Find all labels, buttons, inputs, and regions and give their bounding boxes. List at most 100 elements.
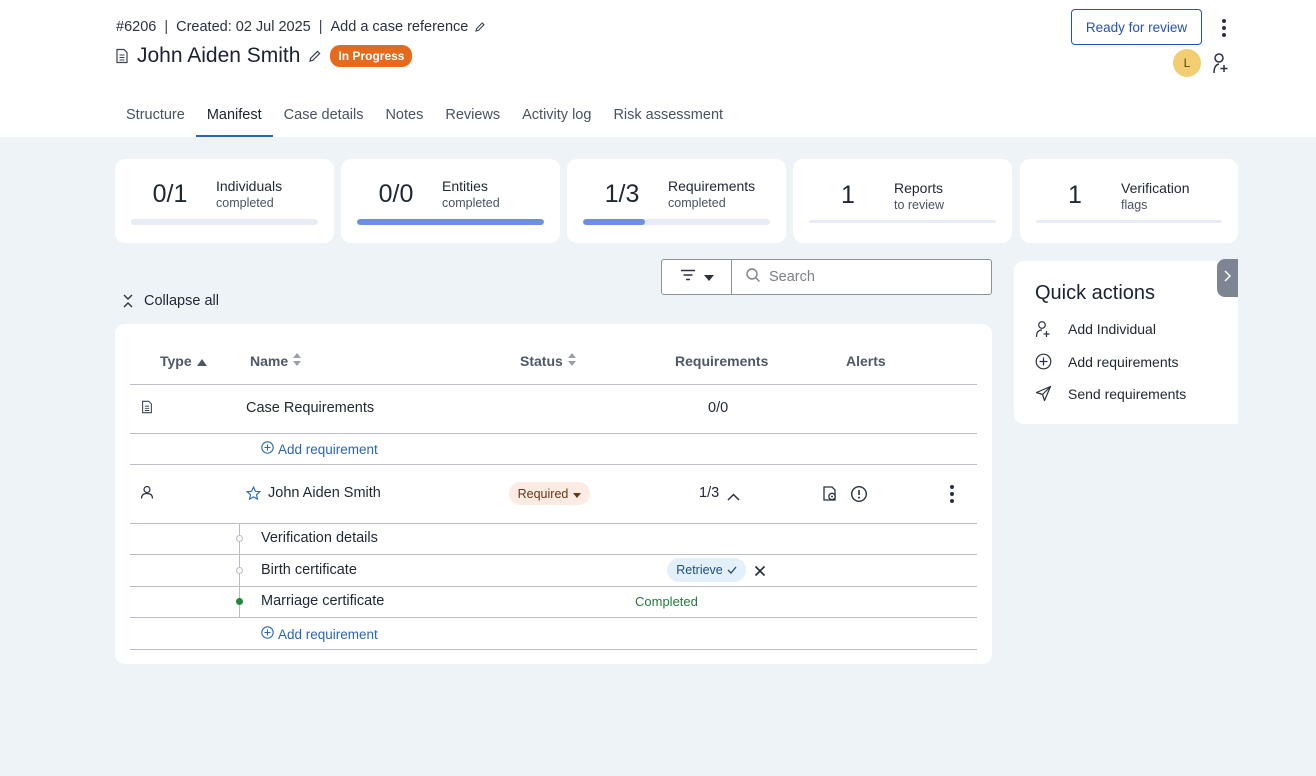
- column-label: Name: [250, 353, 289, 369]
- edit-name-icon[interactable]: [308, 49, 322, 63]
- search-input[interactable]: [769, 269, 969, 285]
- stat-label: Requirements: [668, 178, 756, 194]
- filter-icon: [680, 268, 696, 286]
- row-more-options-icon[interactable]: [950, 485, 954, 508]
- completed-status: Completed: [635, 594, 698, 609]
- progress-fill: [357, 219, 544, 225]
- column-header-requirements: Requirements: [675, 353, 768, 369]
- ready-for-review-button[interactable]: Ready for review: [1071, 9, 1202, 45]
- tab-bar: Structure Manifest Case details Notes Re…: [115, 96, 734, 137]
- requirements-count: 1/3: [699, 485, 720, 501]
- stat-value: 1: [841, 181, 855, 209]
- more-options-icon[interactable]: [1214, 14, 1234, 42]
- stat-label: Verification: [1121, 180, 1190, 196]
- search-box[interactable]: [731, 259, 992, 295]
- status-label: Required: [517, 486, 569, 501]
- sort-ascending-icon: [196, 353, 207, 369]
- case-meta: #6206 | Created: 02 Jul 2025 | Add a cas…: [116, 19, 486, 35]
- requirement-name[interactable]: Birth certificate: [261, 562, 357, 578]
- action-label: Add requirements: [1068, 353, 1179, 370]
- tab-risk-assessment[interactable]: Risk assessment: [602, 96, 734, 137]
- star-icon[interactable]: [245, 485, 262, 506]
- action-label: Add Individual: [1068, 321, 1156, 337]
- tab-notes[interactable]: Notes: [374, 96, 434, 137]
- search-icon: [745, 267, 761, 288]
- meta-separator: |: [318, 19, 323, 35]
- stat-card-requirements: 1/3 Requirements completed: [567, 159, 786, 243]
- stat-card-verification[interactable]: 1 Verification flags: [1020, 159, 1238, 243]
- column-header-status[interactable]: Status: [520, 353, 576, 369]
- chevron-up-icon[interactable]: [727, 488, 740, 506]
- column-header-type[interactable]: Type: [160, 353, 207, 369]
- plus-circle-icon: [1035, 353, 1055, 370]
- pencil-icon[interactable]: [474, 21, 486, 33]
- quick-actions-title: Quick actions: [1035, 282, 1156, 304]
- stat-card-reports[interactable]: 1 Reports to review: [793, 159, 1012, 243]
- divider: [130, 617, 977, 618]
- stat-sublabel: completed: [216, 196, 274, 210]
- sort-icon: [293, 353, 302, 369]
- document-icon: [114, 48, 130, 64]
- add-person-icon: [1035, 320, 1055, 338]
- collapse-panel-toggle[interactable]: [1217, 259, 1238, 297]
- add-requirement-link[interactable]: Add requirement: [261, 626, 378, 642]
- page-title: John Aiden Smith: [137, 44, 301, 67]
- progress-bar: [131, 219, 318, 225]
- add-individual-action[interactable]: Add Individual: [1035, 320, 1156, 338]
- case-header: #6206 | Created: 02 Jul 2025 | Add a cas…: [0, 0, 1316, 137]
- close-icon[interactable]: [754, 564, 766, 582]
- stat-sublabel: completed: [668, 196, 726, 210]
- avatar[interactable]: L: [1173, 49, 1201, 77]
- status-dropdown[interactable]: Required: [509, 482, 590, 505]
- stat-label: Reports: [894, 180, 944, 196]
- column-label: Status: [520, 353, 563, 369]
- add-requirement-link[interactable]: Add requirement: [261, 441, 378, 457]
- tab-structure[interactable]: Structure: [115, 96, 196, 137]
- send-requirements-action[interactable]: Send requirements: [1035, 385, 1186, 402]
- column-header-name[interactable]: Name: [250, 353, 302, 369]
- stat-sublabel: flags: [1121, 198, 1148, 212]
- stat-sublabel: completed: [442, 196, 500, 210]
- case-requirements-count: 0/0: [708, 400, 729, 416]
- stat-value: 1: [1068, 181, 1082, 209]
- caret-down-icon: [573, 487, 582, 501]
- requirement-name[interactable]: Marriage certificate: [261, 593, 384, 609]
- caret-down-icon: [703, 268, 714, 286]
- sort-icon: [567, 353, 576, 369]
- stat-label: Individuals: [216, 178, 283, 194]
- add-requirements-action[interactable]: Add requirements: [1035, 353, 1179, 370]
- case-reference-link[interactable]: Add a case reference: [331, 19, 469, 35]
- requirement-name[interactable]: Verification details: [261, 530, 378, 546]
- stat-label: Entities: [442, 178, 488, 194]
- case-requirements-name[interactable]: Case Requirements: [246, 400, 374, 416]
- divider: [130, 384, 977, 385]
- stat-value: 0/1: [152, 180, 188, 208]
- report-review-icon[interactable]: [821, 485, 839, 508]
- tab-activity-log[interactable]: Activity log: [511, 96, 602, 137]
- filter-dropdown[interactable]: [661, 259, 732, 295]
- column-label: Alerts: [846, 353, 886, 369]
- tab-reviews[interactable]: Reviews: [434, 96, 511, 137]
- card-divider: [1036, 220, 1222, 223]
- pending-dot: [236, 535, 243, 542]
- collapse-all-button[interactable]: Collapse all: [121, 293, 219, 309]
- tab-manifest[interactable]: Manifest: [195, 96, 273, 137]
- pending-dot: [236, 567, 243, 574]
- divider: [130, 649, 977, 650]
- retrieve-button[interactable]: Retrieve: [667, 558, 746, 582]
- assign-user-icon[interactable]: [1211, 52, 1229, 74]
- alert-icon[interactable]: [850, 485, 868, 508]
- divider: [130, 586, 977, 587]
- retrieve-label: Retrieve: [676, 563, 723, 577]
- divider: [130, 554, 977, 555]
- stat-sublabel: to review: [894, 198, 945, 212]
- tab-case-details[interactable]: Case details: [273, 96, 375, 137]
- stat-value: 0/0: [378, 180, 414, 208]
- plus-circle-icon: [261, 441, 274, 457]
- completed-dot: [236, 598, 243, 605]
- chevron-right-icon: [1224, 269, 1232, 287]
- column-label: Requirements: [675, 353, 769, 369]
- divider: [130, 464, 977, 465]
- status-badge: In Progress: [330, 45, 413, 67]
- individual-name[interactable]: John Aiden Smith: [268, 485, 381, 501]
